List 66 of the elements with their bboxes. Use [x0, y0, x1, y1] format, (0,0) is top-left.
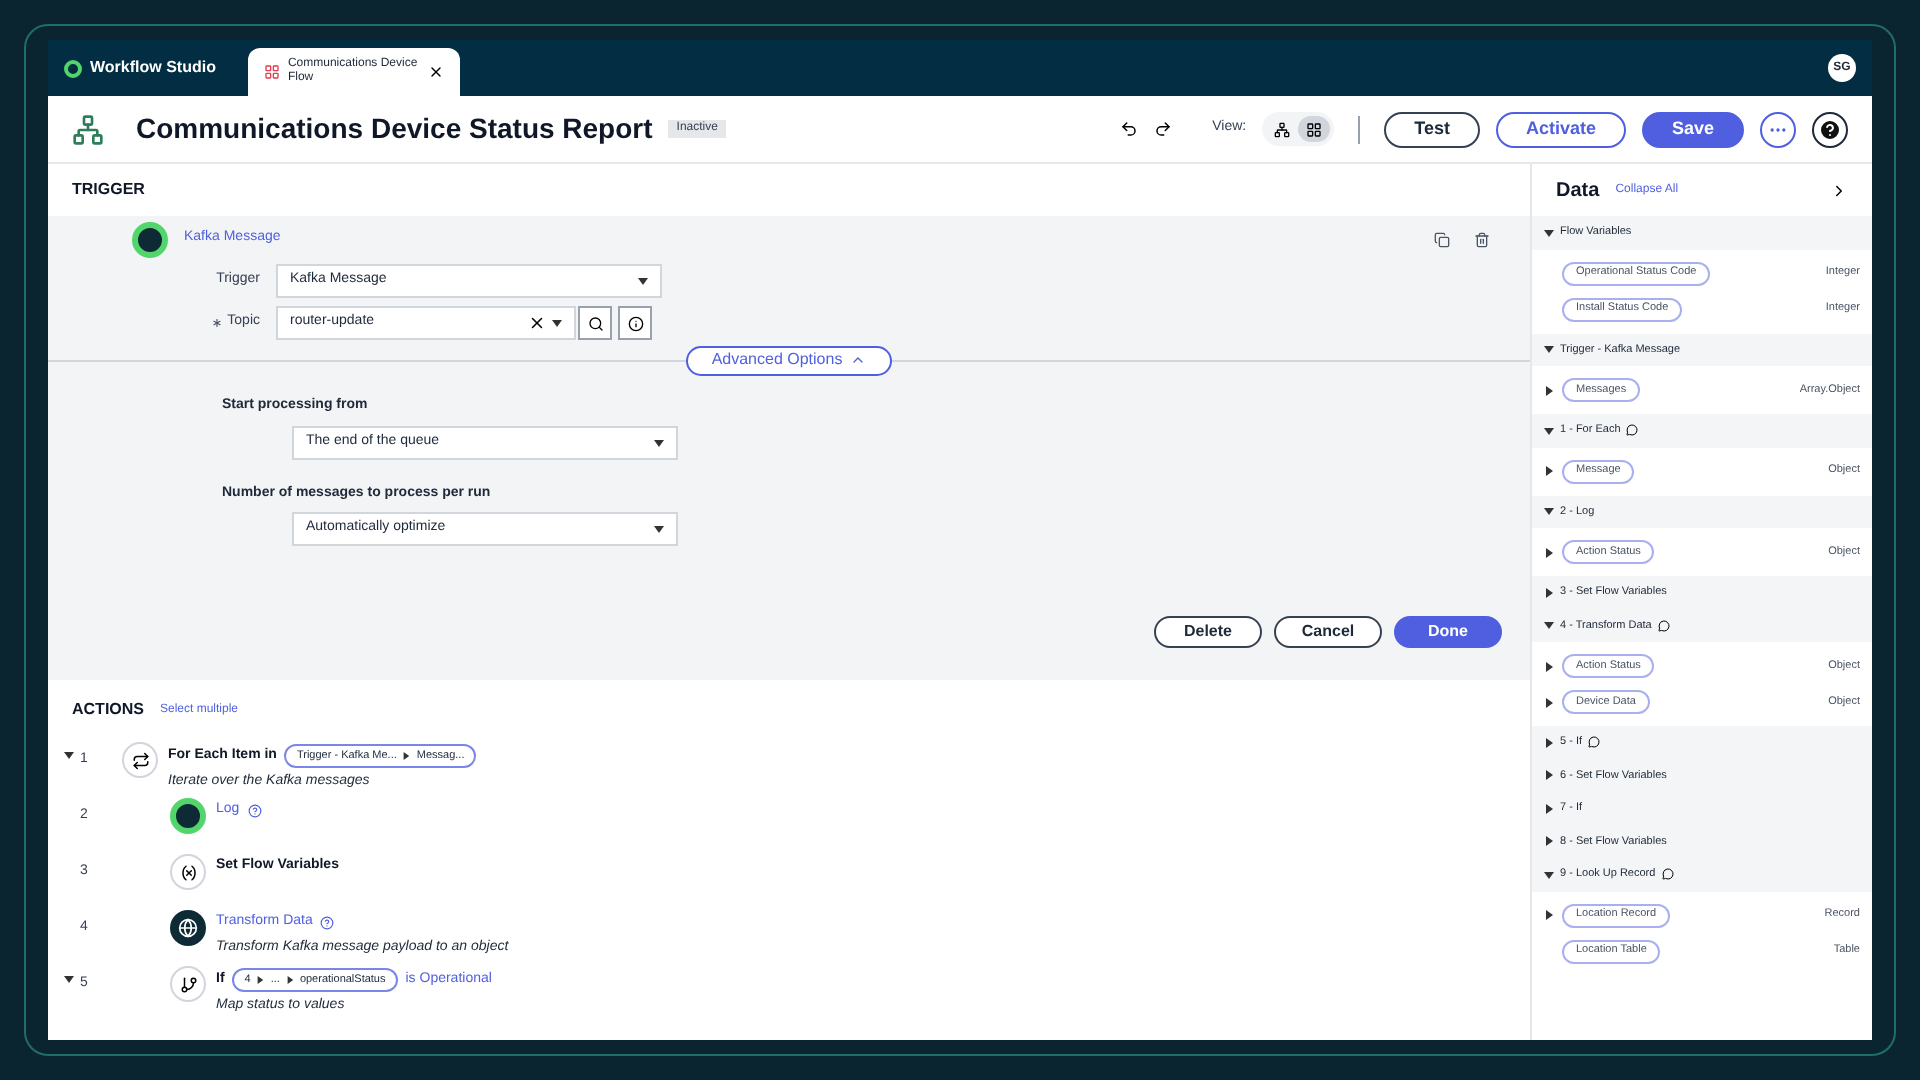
action-button[interactable]: Delete — [1154, 616, 1262, 648]
action-button[interactable]: Activate — [1495, 111, 1626, 147]
info-button[interactable] — [618, 306, 652, 340]
section-heading: ACTIONS — [72, 698, 144, 722]
more-icon[interactable] — [1760, 111, 1796, 147]
expand-icon[interactable] — [1544, 385, 1554, 395]
redo-icon[interactable] — [1154, 120, 1173, 138]
ring-icon — [132, 221, 168, 257]
chevron-right-icon[interactable] — [1830, 181, 1848, 199]
dropdown-icon[interactable] — [654, 524, 664, 534]
comment-icon[interactable] — [1588, 736, 1601, 749]
ring-icon — [170, 798, 206, 834]
expand-icon[interactable] — [1544, 661, 1554, 671]
chevron-up-icon[interactable] — [850, 352, 867, 368]
caret-icon[interactable] — [1544, 227, 1554, 238]
comment-icon[interactable] — [1657, 619, 1670, 632]
caret-icon[interactable] — [1544, 770, 1554, 781]
action-button[interactable]: Done — [1394, 616, 1502, 648]
grid-view-icon[interactable] — [1298, 116, 1331, 142]
caret-icon[interactable] — [64, 750, 74, 760]
app-name: Workflow Studio — [90, 56, 216, 80]
caret-icon[interactable] — [1544, 737, 1554, 748]
dropdown-icon[interactable] — [638, 276, 648, 286]
separator-icon — [285, 976, 294, 984]
loop-icon — [122, 742, 158, 778]
expand-icon[interactable] — [1544, 697, 1554, 707]
caret-icon[interactable] — [64, 974, 74, 984]
close-icon[interactable] — [427, 64, 444, 80]
action-button[interactable]: Save — [1641, 111, 1744, 147]
dropdown-icon[interactable] — [552, 318, 562, 328]
section-heading: TRIGGER — [72, 178, 145, 202]
caret-icon[interactable] — [1544, 803, 1554, 814]
caret-icon[interactable] — [1544, 425, 1554, 436]
flow-icon — [263, 64, 280, 80]
undo-icon[interactable] — [1120, 120, 1139, 138]
advanced-options-button[interactable]: Advanced Options — [685, 345, 893, 375]
branch-icon — [170, 966, 206, 1002]
comment-icon[interactable] — [1626, 424, 1639, 437]
variable-icon — [170, 854, 206, 890]
flow-title: Communications Device Status Report — [136, 110, 653, 148]
caret-icon[interactable] — [1544, 587, 1554, 598]
panel-title: Data — [1556, 177, 1600, 205]
action-button[interactable]: Test — [1384, 111, 1480, 147]
flow-tree-icon — [72, 113, 104, 145]
comment-icon[interactable] — [1661, 868, 1674, 881]
help-icon[interactable] — [1812, 111, 1848, 147]
expand-icon[interactable] — [1544, 910, 1554, 920]
caret-icon[interactable] — [1544, 836, 1554, 847]
copy-icon[interactable] — [1434, 231, 1450, 247]
caret-icon[interactable] — [1544, 869, 1554, 880]
caret-icon[interactable] — [1544, 506, 1554, 517]
caret-icon[interactable] — [1544, 620, 1554, 631]
logo-icon — [64, 59, 82, 77]
action-button[interactable]: Cancel — [1274, 616, 1382, 648]
separator-icon — [402, 752, 411, 760]
delete-icon[interactable] — [1474, 231, 1490, 247]
info-icon[interactable] — [627, 315, 643, 331]
expand-icon[interactable] — [1544, 547, 1554, 557]
caret-icon[interactable] — [1544, 344, 1554, 355]
separator-icon — [256, 976, 265, 984]
search-button[interactable] — [578, 306, 612, 340]
globe-icon — [170, 910, 206, 946]
expand-icon[interactable] — [1544, 466, 1554, 476]
search-icon[interactable] — [587, 315, 603, 331]
dropdown-icon[interactable] — [654, 437, 664, 447]
clear-icon[interactable] — [528, 314, 546, 332]
